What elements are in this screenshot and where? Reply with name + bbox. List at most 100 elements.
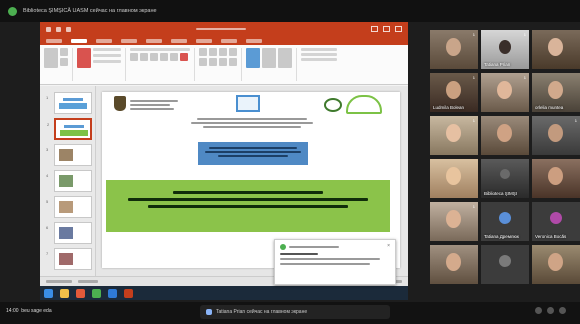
moldova-crest-icon <box>114 96 126 111</box>
strikethrough-icon[interactable] <box>160 53 168 61</box>
arrange-icon[interactable] <box>262 48 276 68</box>
participant-tile[interactable]: 1 <box>430 202 478 241</box>
tab-insert[interactable] <box>96 39 112 43</box>
shapes-icon[interactable] <box>246 48 260 68</box>
screen-share-banner-text: Biblioteca ŞIMŞICĂ UASM сейчас на главно… <box>23 8 157 14</box>
participant-tile[interactable] <box>430 159 478 198</box>
close-notification-icon[interactable]: × <box>387 243 390 249</box>
participant-tile[interactable]: 1 Ludmila Bolean <box>430 73 478 112</box>
people-icon[interactable] <box>547 307 554 314</box>
find-button[interactable] <box>301 48 337 51</box>
participant-tile[interactable] <box>430 245 478 284</box>
slide-thumbnail-selected[interactable]: 2 <box>47 118 92 140</box>
participant-tile[interactable] <box>481 116 529 155</box>
layout-button[interactable] <box>93 48 121 51</box>
cnb-logo-icon <box>236 95 260 112</box>
presenting-indicator: Tatiana Prian сейчас на главном экране <box>200 305 390 319</box>
browser-icon <box>76 288 85 298</box>
new-slide-icon[interactable] <box>77 48 91 68</box>
ribbon-group-editing <box>301 48 341 81</box>
slide-thumbnail[interactable]: 7 <box>46 248 92 270</box>
ribbon-tabs <box>40 36 408 45</box>
bullets-icon[interactable] <box>199 48 207 56</box>
participant-tile[interactable]: 1 <box>532 116 580 155</box>
section-button[interactable] <box>93 60 121 63</box>
info-icon[interactable] <box>535 307 542 314</box>
participant-tile[interactable]: Veronica Bocăs <box>532 202 580 241</box>
ribbon-group-drawing <box>246 48 297 81</box>
tab-view[interactable] <box>246 39 262 43</box>
redo-icon[interactable] <box>66 26 71 32</box>
slide-thumbnail[interactable]: 1 <box>46 92 92 114</box>
numbering-icon[interactable] <box>209 48 217 56</box>
align-left-icon[interactable] <box>199 58 207 66</box>
participant-tile[interactable]: Tatiana Дремлюк <box>481 202 529 241</box>
quick-styles-icon[interactable] <box>278 48 292 68</box>
participant-tile[interactable]: orlelia muntea <box>532 73 580 112</box>
tab-slideshow[interactable] <box>196 39 212 43</box>
chat-icon[interactable] <box>559 307 566 314</box>
ribbon-group-paragraph <box>199 48 242 81</box>
participant-tile[interactable]: 1 <box>430 30 478 69</box>
participant-tile[interactable]: 1 <box>430 116 478 155</box>
library-arch-logo-icon <box>346 95 382 114</box>
ribbon-group-clipboard <box>44 48 73 81</box>
tab-animations[interactable] <box>171 39 187 43</box>
paste-icon[interactable] <box>44 48 58 68</box>
replace-button[interactable] <box>301 53 337 56</box>
ministry-text <box>130 98 180 112</box>
undo-icon[interactable] <box>56 26 61 32</box>
notification-popup[interactable]: × <box>274 239 396 285</box>
screen-share-icon <box>8 6 17 16</box>
select-button[interactable] <box>301 58 337 61</box>
participant-tile[interactable]: 1 Tatiana Prian <box>481 30 529 69</box>
save-icon[interactable] <box>46 26 51 32</box>
tab-home[interactable] <box>71 39 87 43</box>
reset-button[interactable] <box>93 54 121 57</box>
align-right-icon[interactable] <box>219 58 227 66</box>
font-color-icon[interactable] <box>180 53 188 61</box>
slide-thumbnail[interactable]: 4 <box>46 170 92 192</box>
bold-icon[interactable] <box>130 53 138 61</box>
folder-icon <box>60 288 69 298</box>
underline-icon[interactable] <box>150 53 158 61</box>
ribbon-group-font <box>130 48 195 81</box>
app-icon <box>92 288 101 298</box>
shared-desktop-taskbar <box>40 286 408 300</box>
slide-thumbnail[interactable]: 5 <box>46 196 92 218</box>
line-spacing-icon[interactable] <box>229 48 237 56</box>
participant-tile[interactable]: 1 <box>481 73 529 112</box>
close-icon[interactable] <box>395 26 402 32</box>
meeting-bottom-bar: 14:00 beu sage eda Tatiana Prian сейчас … <box>0 302 580 324</box>
slide-header-text <box>190 116 314 130</box>
slide-thumbnail[interactable]: 6 <box>46 222 92 244</box>
participant-tile[interactable] <box>481 245 529 284</box>
justify-icon[interactable] <box>229 58 237 66</box>
bottom-controls <box>535 307 566 314</box>
ppt-document-title <box>76 28 366 30</box>
powerpoint-icon <box>124 288 133 298</box>
tab-review[interactable] <box>221 39 237 43</box>
present-icon <box>206 309 212 315</box>
participant-tile[interactable] <box>532 159 580 198</box>
indent-icon[interactable] <box>219 48 227 56</box>
cut-icon[interactable] <box>60 48 68 56</box>
align-center-icon[interactable] <box>209 58 217 66</box>
slide-thumbnails[interactable]: 1 2 3 4 5 6 7 <box>40 86 96 286</box>
ribbon-group-slides <box>77 48 126 81</box>
maximize-icon[interactable] <box>383 26 390 32</box>
slide-thumbnail[interactable]: 3 <box>46 144 92 166</box>
shadow-icon[interactable] <box>170 53 178 61</box>
participant-tile[interactable]: Biblioteca ŞIMŞI <box>481 159 529 198</box>
participant-tile[interactable] <box>532 30 580 69</box>
tab-design[interactable] <box>121 39 137 43</box>
presenting-text: Tatiana Prian сейчас на главном экране <box>216 309 308 315</box>
avatar <box>499 255 511 267</box>
italic-icon[interactable] <box>140 53 148 61</box>
tab-transitions[interactable] <box>146 39 162 43</box>
participant-tile[interactable] <box>532 245 580 284</box>
font-name-select[interactable] <box>130 48 190 51</box>
minimize-icon[interactable] <box>371 26 378 32</box>
tab-file[interactable] <box>46 39 62 43</box>
copy-icon[interactable] <box>60 58 68 66</box>
